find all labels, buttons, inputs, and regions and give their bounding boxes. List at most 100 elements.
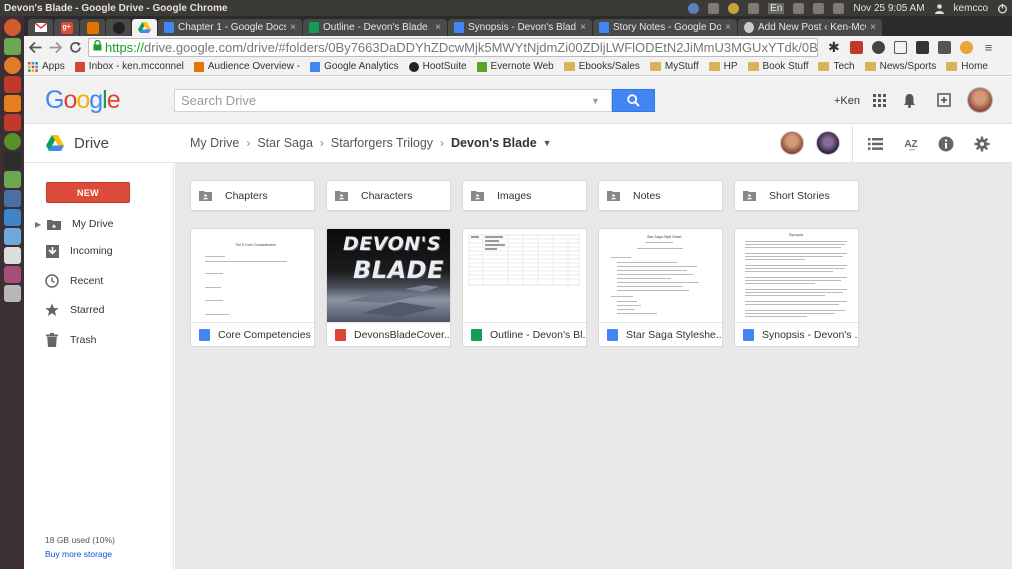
file-star-saga-stylesheet[interactable]: Star Saga Style Sheet Star Saga Styleshe… [598,228,723,347]
tab-chapter-1[interactable]: Chapter 1 - Google Docs × [158,19,302,36]
folder-notes[interactable]: Notes [598,180,723,211]
apps-grid-icon[interactable] [871,92,887,108]
tab-outline[interactable]: Outline - Devon's Blade × [303,19,447,36]
sidebar-item-incoming[interactable]: Incoming [24,240,174,262]
dropbox-icon[interactable] [748,2,760,14]
file-outline-devons-blade[interactable]: Outline - Devon's Bl... [462,228,587,347]
account-avatar[interactable] [967,87,993,113]
close-tab-icon[interactable]: × [580,22,586,33]
volume-icon[interactable] [833,2,845,14]
close-tab-icon[interactable]: × [435,22,441,33]
power-icon[interactable] [997,3,1008,14]
bookmark-audience-overview[interactable]: Audience Overview - [193,61,300,72]
new-button[interactable]: NEW [46,182,130,203]
app-launcher-icon[interactable] [3,76,21,93]
app-launcher-icon[interactable] [3,285,21,302]
drive-app-label[interactable]: Drive [74,135,109,152]
close-tab-icon[interactable]: × [870,22,876,33]
tab-add-new-post[interactable]: Add New Post ‹ Ken-McC × [738,19,882,36]
search-options-caret-icon[interactable]: ▼ [591,96,600,106]
clock[interactable]: Nov 25 9:05 AM [853,3,924,14]
search-button[interactable] [612,89,655,112]
bookmark-folder-news-sports[interactable]: News/Sports [864,61,936,72]
bookmark-apps[interactable]: Apps [28,61,65,72]
tab-synopsis[interactable]: Synopsis - Devon's Blade × [448,19,592,36]
bookmark-inbox[interactable]: Inbox - ken.mcconnel [74,61,184,72]
bookmark-folder-home[interactable]: Home [946,61,988,72]
breadcrumb-current-folder[interactable]: Devon's Blade [451,136,537,150]
file-core-competencies[interactable]: The 5 Core Competencies Core Competencie… [190,228,315,347]
breadcrumb-star-saga[interactable]: Star Saga [257,136,313,150]
ubuntu-dash-icon[interactable] [3,19,21,36]
reload-icon[interactable] [66,38,84,56]
file-synopsis-devons-blade[interactable]: Synopsis Synopsis - Devon's ... [734,228,859,347]
hp-icon[interactable] [688,2,700,14]
buy-storage-link[interactable]: Buy more storage [45,549,112,559]
chrome-menu-icon[interactable]: ≡ [982,41,995,54]
settings-extension-icon[interactable]: ✱ [828,40,841,54]
close-tab-icon[interactable]: × [290,22,296,33]
shared-user-avatar[interactable] [816,131,840,155]
shared-user-avatar[interactable] [780,131,804,155]
search-input[interactable] [181,93,591,108]
google-plus-profile-link[interactable]: +Ken [834,95,860,107]
pinned-tab-analytics[interactable] [80,19,105,36]
bookmark-hootsuite[interactable]: HootSuite [408,61,467,72]
app-launcher-icon[interactable] [3,171,21,188]
bookmark-google-analytics[interactable]: Google Analytics [310,61,399,72]
file-devons-blade-cover[interactable]: DEVON'S BLADE DevonsBladeCover.... [326,228,451,347]
pinned-tab-drive[interactable] [132,19,157,36]
bookmark-evernote[interactable]: Evernote Web [476,61,554,72]
close-tab-icon[interactable]: × [725,22,731,33]
app-launcher-icon[interactable] [3,190,21,207]
app-launcher-icon[interactable] [3,247,21,264]
sort-az-icon[interactable]: A͢Z [902,135,920,153]
bookmark-folder-book-stuff[interactable]: Book Stuff [747,61,808,72]
folder-short-stories[interactable]: Short Stories [734,180,859,211]
share-add-icon[interactable] [936,92,952,108]
chrome-icon[interactable] [728,2,740,14]
settings-gear-icon[interactable] [973,135,991,153]
network-icon[interactable] [813,2,825,14]
list-view-icon[interactable] [866,135,884,153]
app-launcher-icon[interactable] [3,228,21,245]
folder-images[interactable]: Images [462,180,587,211]
breadcrumb-starforgers-trilogy[interactable]: Starforgers Trilogy [331,136,433,150]
files-launcher-icon[interactable] [3,114,21,131]
app-launcher-icon[interactable] [3,95,21,112]
mail-icon[interactable] [793,2,805,14]
cast-icon[interactable] [894,40,907,54]
sidebar-item-starred[interactable]: Starred [24,299,174,321]
sidebar-item-recent[interactable]: Recent [24,270,174,292]
owl-extension-icon[interactable] [960,40,973,54]
session-user[interactable]: kemcco [954,3,988,14]
app-launcher-icon[interactable] [3,133,21,150]
back-arrow-icon[interactable] [26,38,44,56]
sidebar-item-trash[interactable]: Trash [24,329,174,351]
breadcrumb-my-drive[interactable]: My Drive [190,136,239,150]
google-logo[interactable]: Google [45,86,121,115]
pinned-tab-google-plus[interactable]: g+ [54,19,79,36]
drive-logo-icon[interactable] [46,135,64,151]
forward-arrow-icon[interactable] [46,38,64,56]
keep-extension-icon[interactable] [938,40,951,54]
red-extension-icon[interactable] [850,40,863,54]
keyboard-language[interactable]: En [768,2,785,14]
address-bar[interactable]: https://drive.google.com/drive/#folders/… [88,37,818,57]
bug-extension-icon[interactable] [872,40,885,54]
bluetooth-icon[interactable] [708,2,720,14]
tab-story-notes[interactable]: Story Notes - Google Doc × [593,19,737,36]
folder-menu-caret-icon[interactable]: ▼ [543,138,552,148]
pinned-tab-gmail[interactable] [28,19,53,36]
notifications-bell-icon[interactable] [901,92,917,108]
sidebar-item-my-drive[interactable]: ▶ My Drive [24,213,174,235]
user-icon[interactable] [934,3,945,14]
bookmark-folder-tech[interactable]: Tech [818,61,855,72]
folder-chapters[interactable]: Chapters [190,180,315,211]
pinned-tab-extension[interactable] [106,19,131,36]
layers-extension-icon[interactable] [916,40,929,54]
terminal-launcher-icon[interactable] [3,152,21,169]
app-launcher-icon[interactable] [3,266,21,283]
bookmark-folder-mystuff[interactable]: MyStuff [649,61,699,72]
info-icon[interactable] [937,135,955,153]
